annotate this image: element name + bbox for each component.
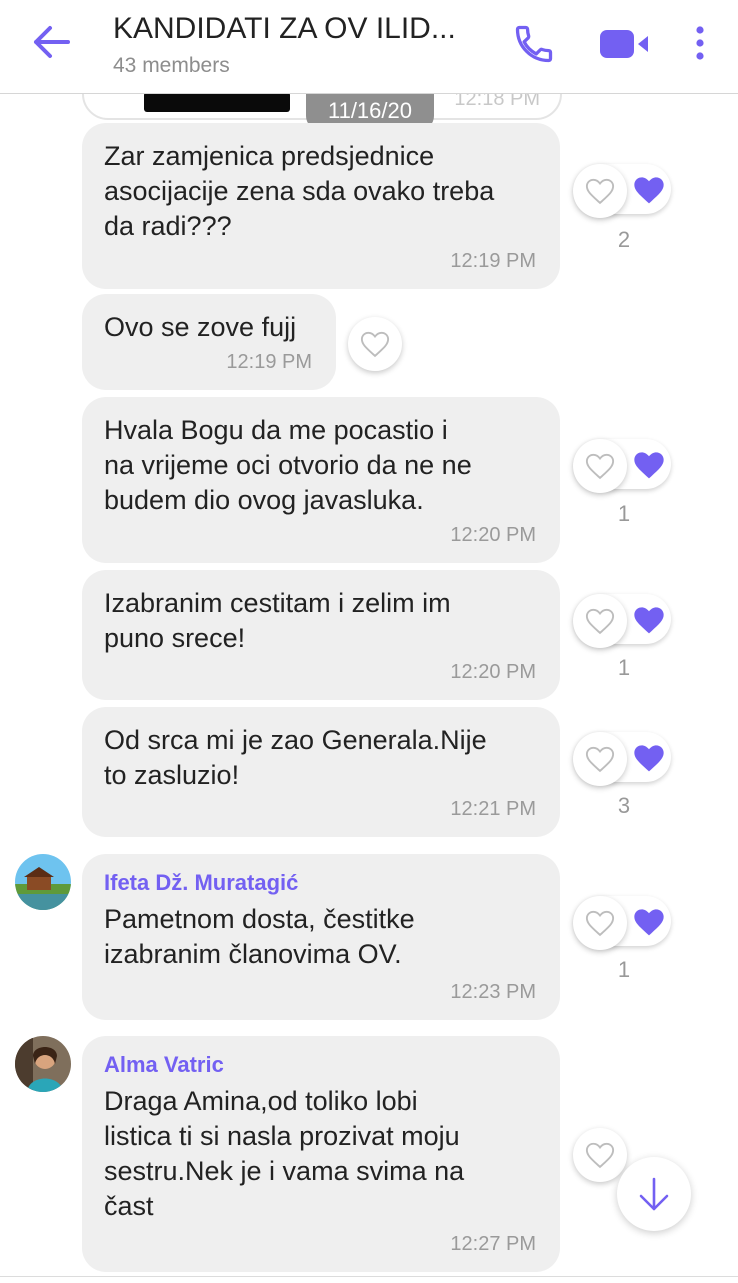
avatar-ifeta[interactable] — [15, 854, 71, 910]
message-text: Od srca mi je zao Generala.Nije to zaslu… — [104, 725, 487, 790]
video-camera-icon — [600, 30, 648, 58]
sender-name[interactable]: Ifeta Dž. Muratagić — [104, 870, 538, 896]
reactions: 1 — [573, 896, 673, 986]
phone-icon — [515, 25, 553, 63]
reactions — [348, 317, 408, 375]
like-count: 2 — [617, 227, 631, 252]
video-call-button[interactable] — [598, 24, 652, 64]
like-button[interactable] — [573, 1128, 627, 1182]
heart-filled-icon — [634, 452, 664, 479]
back-button[interactable] — [30, 22, 76, 62]
reactions: 1 — [573, 594, 673, 684]
heart-filled-icon — [634, 745, 664, 772]
more-vertical-icon — [696, 26, 704, 60]
like-button[interactable] — [573, 732, 627, 786]
message-time: 12:19 PM — [450, 250, 536, 272]
sender-name[interactable]: Alma Vatric — [104, 1052, 538, 1078]
more-options-button[interactable] — [688, 22, 712, 66]
like-count: 1 — [617, 655, 631, 680]
message-time: 12:21 PM — [450, 798, 536, 820]
members-count[interactable]: 43 members — [113, 54, 230, 78]
message-text: Draga Amina,od toliko lobi listica ti si… — [104, 1086, 465, 1221]
heart-outline-icon — [585, 178, 615, 205]
message-time: 12:19 PM — [226, 351, 312, 373]
divider — [0, 1276, 738, 1277]
message-time: 12:20 PM — [450, 524, 536, 546]
heart-outline-icon — [360, 331, 390, 358]
avatar-alma[interactable] — [15, 1036, 71, 1092]
message-bubble[interactable]: Hvala Bogu da me pocastio i na vrijeme o… — [82, 397, 560, 563]
message-time: 12:23 PM — [450, 981, 536, 1003]
like-button[interactable] — [573, 594, 627, 648]
message-text: Ovo se zove fujj — [104, 312, 297, 342]
reactions: 2 — [573, 164, 673, 254]
message-text: Pametnom dosta, čestitke izabranim člano… — [104, 904, 415, 969]
like-count: 1 — [617, 501, 631, 526]
message-text: Zar zamjenica predsjednice asocijacije z… — [104, 141, 495, 241]
heart-outline-icon — [585, 453, 615, 480]
message-text: Izabranim cestitam i zelim im puno srece… — [104, 588, 451, 653]
chat-title[interactable]: KANDIDATI ZA OV ILID... — [113, 12, 493, 46]
message-time: 12:20 PM — [450, 661, 536, 683]
arrow-left-icon — [34, 26, 70, 58]
heart-outline-icon — [585, 608, 615, 635]
heart-outline-icon — [585, 1142, 615, 1169]
like-button[interactable] — [573, 164, 627, 218]
heart-outline-icon — [585, 746, 615, 773]
message-bubble[interactable]: Od srca mi je zao Generala.Nije to zaslu… — [82, 707, 560, 837]
scroll-to-bottom-button[interactable] — [617, 1157, 691, 1231]
like-count: 1 — [617, 957, 631, 982]
message-bubble[interactable]: Zar zamjenica predsjednice asocijacije z… — [82, 123, 560, 289]
heart-filled-icon — [634, 607, 664, 634]
message-text: Hvala Bogu da me pocastio i na vrijeme o… — [104, 415, 472, 515]
message-time: 12:27 PM — [450, 1233, 536, 1255]
message-bubble[interactable]: Ovo se zove fujj 12:19 PM — [82, 294, 336, 390]
message-bubble[interactable]: Ifeta Dž. Muratagić Pametnom dosta, čest… — [82, 854, 560, 1020]
like-button[interactable] — [573, 439, 627, 493]
call-button[interactable] — [512, 22, 556, 66]
avatar-person-image — [15, 1036, 71, 1092]
message-bubble[interactable]: Izabranim cestitam i zelim im puno srece… — [82, 570, 560, 700]
like-count: 3 — [617, 793, 631, 818]
like-button[interactable] — [348, 317, 402, 371]
like-button[interactable] — [573, 896, 627, 950]
image-thumbnail[interactable] — [144, 92, 290, 112]
heart-filled-icon — [634, 909, 664, 936]
avatar-landscape-image — [15, 854, 71, 910]
arrow-down-icon — [639, 1177, 669, 1211]
heart-outline-icon — [585, 910, 615, 937]
message-bubble[interactable]: Alma Vatric Draga Amina,od toliko lobi l… — [82, 1036, 560, 1272]
reactions: 1 — [573, 439, 673, 529]
reactions: 3 — [573, 732, 673, 822]
heart-filled-icon — [634, 177, 664, 204]
chat-header: KANDIDATI ZA OV ILID... 43 members — [0, 0, 738, 94]
